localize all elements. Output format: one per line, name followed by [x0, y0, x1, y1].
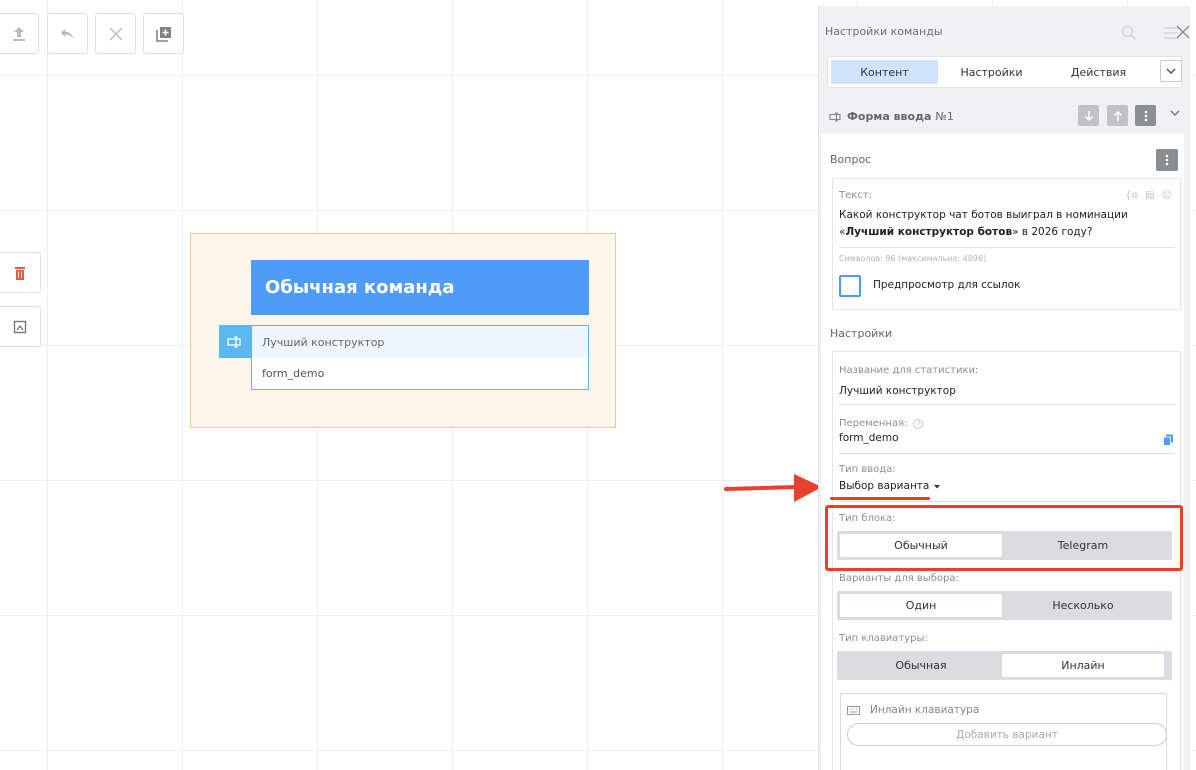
text-divider — [839, 247, 1175, 248]
link-preview-label: Предпросмотр для ссылок — [873, 279, 1021, 291]
close-icon — [108, 26, 123, 41]
copy-icon[interactable] — [1163, 434, 1174, 446]
frame-icon — [13, 320, 26, 333]
arrow-up-icon — [1113, 110, 1122, 121]
choice-label: Варианты для выбора: — [839, 573, 959, 584]
variable-divider — [839, 453, 1175, 454]
link-preview-checkbox[interactable] — [839, 275, 861, 297]
choice-single[interactable]: Один — [840, 594, 1002, 617]
close-panel-icon[interactable] — [1174, 22, 1190, 42]
collapse-chevron-icon[interactable] — [1170, 110, 1180, 117]
text-editor-tools: {α ▤ ☺ — [1125, 190, 1172, 201]
close-button[interactable] — [95, 13, 136, 54]
upload-button[interactable] — [0, 13, 39, 54]
tabs-dropdown-button[interactable] — [1160, 60, 1182, 82]
question-menu-button[interactable] — [1156, 149, 1178, 171]
move-down-button[interactable] — [1078, 105, 1099, 126]
node-component[interactable]: Лучший конструктор form_demo — [251, 325, 589, 390]
emoji-icon[interactable]: ☺ — [1162, 190, 1172, 201]
upload-icon — [12, 26, 25, 41]
panel-tabs: Контент Настройки Действия — [827, 56, 1182, 88]
choice-multiple[interactable]: Несколько — [1002, 594, 1164, 617]
stat-name-input[interactable]: Лучший конструктор — [839, 383, 956, 400]
add-option-label: Добавить вариант — [956, 728, 1058, 741]
stat-name-divider — [839, 404, 1175, 405]
settings-section-title: Настройки — [830, 327, 893, 340]
node-component-label: Лучший конструктор — [252, 326, 588, 358]
undo-button[interactable] — [47, 13, 88, 54]
inline-keyboard-label: Инлайн клавиатура — [870, 704, 980, 716]
search-icon[interactable] — [1120, 24, 1138, 42]
question-text-box: Текст: {α ▤ ☺ Какой конструктор чат бото… — [832, 178, 1181, 310]
input-type-select[interactable]: Выбор варианта — [839, 478, 941, 495]
component-number: №1 — [935, 110, 954, 123]
annotation-arrow-icon — [724, 474, 822, 502]
choice-toggle: Один Несколько — [837, 591, 1172, 620]
media-icon[interactable]: ▤ — [1145, 190, 1154, 201]
form-input-icon — [829, 111, 841, 122]
node-component-variable: form_demo — [262, 367, 325, 380]
caret-down-icon — [934, 484, 941, 488]
text-label: Текст: — [839, 190, 872, 201]
inline-keyboard-box: Инлайн клавиатура Добавить вариант — [840, 693, 1167, 770]
add-block-icon — [155, 26, 171, 42]
add-block-button[interactable] — [143, 13, 184, 54]
arrow-down-icon — [1084, 110, 1093, 121]
undo-icon — [60, 28, 73, 39]
node-title[interactable]: Обычная команда — [251, 260, 589, 315]
component-header: Форма ввода №1 — [829, 110, 954, 123]
inline-keyboard-header: Инлайн клавиатура — [847, 704, 979, 716]
keyboard-type-toggle: Обычная Инлайн — [837, 651, 1172, 680]
keyboard-inline[interactable]: Инлайн — [1002, 654, 1164, 677]
annotation-highlight-box — [825, 505, 1183, 571]
question-text[interactable]: Какой конструктор чат ботов выиграл в но… — [839, 207, 1169, 241]
trash-icon — [14, 266, 25, 280]
help-icon[interactable]: ? — [913, 418, 924, 429]
more-vertical-icon — [1165, 154, 1169, 166]
question-section-title: Вопрос — [830, 153, 872, 166]
input-type-value: Выбор варианта — [839, 480, 930, 492]
stat-name-label: Название для статистики: — [839, 365, 979, 376]
add-option-button[interactable]: Добавить вариант — [847, 723, 1167, 746]
frame-button[interactable] — [0, 306, 41, 347]
form-input-icon — [219, 325, 251, 358]
panel-title: Настройки команды — [825, 25, 943, 38]
tab-settings[interactable]: Настройки — [938, 60, 1045, 84]
input-type-divider — [839, 501, 1175, 502]
component-menu-button[interactable] — [1135, 105, 1156, 126]
keyboard-type-label: Тип клавиатуры: — [839, 633, 928, 644]
keyboard-icon — [847, 705, 860, 715]
tab-content[interactable]: Контент — [831, 60, 938, 84]
chevron-down-icon — [1166, 68, 1176, 74]
symbol-counter: Символов: 96 (максимально: 4096) — [839, 254, 987, 263]
delete-button[interactable] — [0, 252, 41, 293]
annotation-underline — [830, 497, 930, 500]
variable-input[interactable]: form_demo — [839, 430, 899, 447]
tab-actions[interactable]: Действия — [1045, 60, 1152, 84]
move-up-button[interactable] — [1107, 105, 1128, 126]
component-name: Форма ввода — [847, 110, 932, 123]
variable-label-row: Переменная: ? — [839, 418, 924, 429]
more-vertical-icon — [1144, 110, 1147, 121]
input-type-label: Тип ввода: — [839, 464, 896, 475]
variable-label: Переменная: — [839, 418, 908, 429]
variable-icon[interactable]: {α — [1125, 190, 1138, 201]
keyboard-regular[interactable]: Обычная — [840, 654, 1002, 677]
